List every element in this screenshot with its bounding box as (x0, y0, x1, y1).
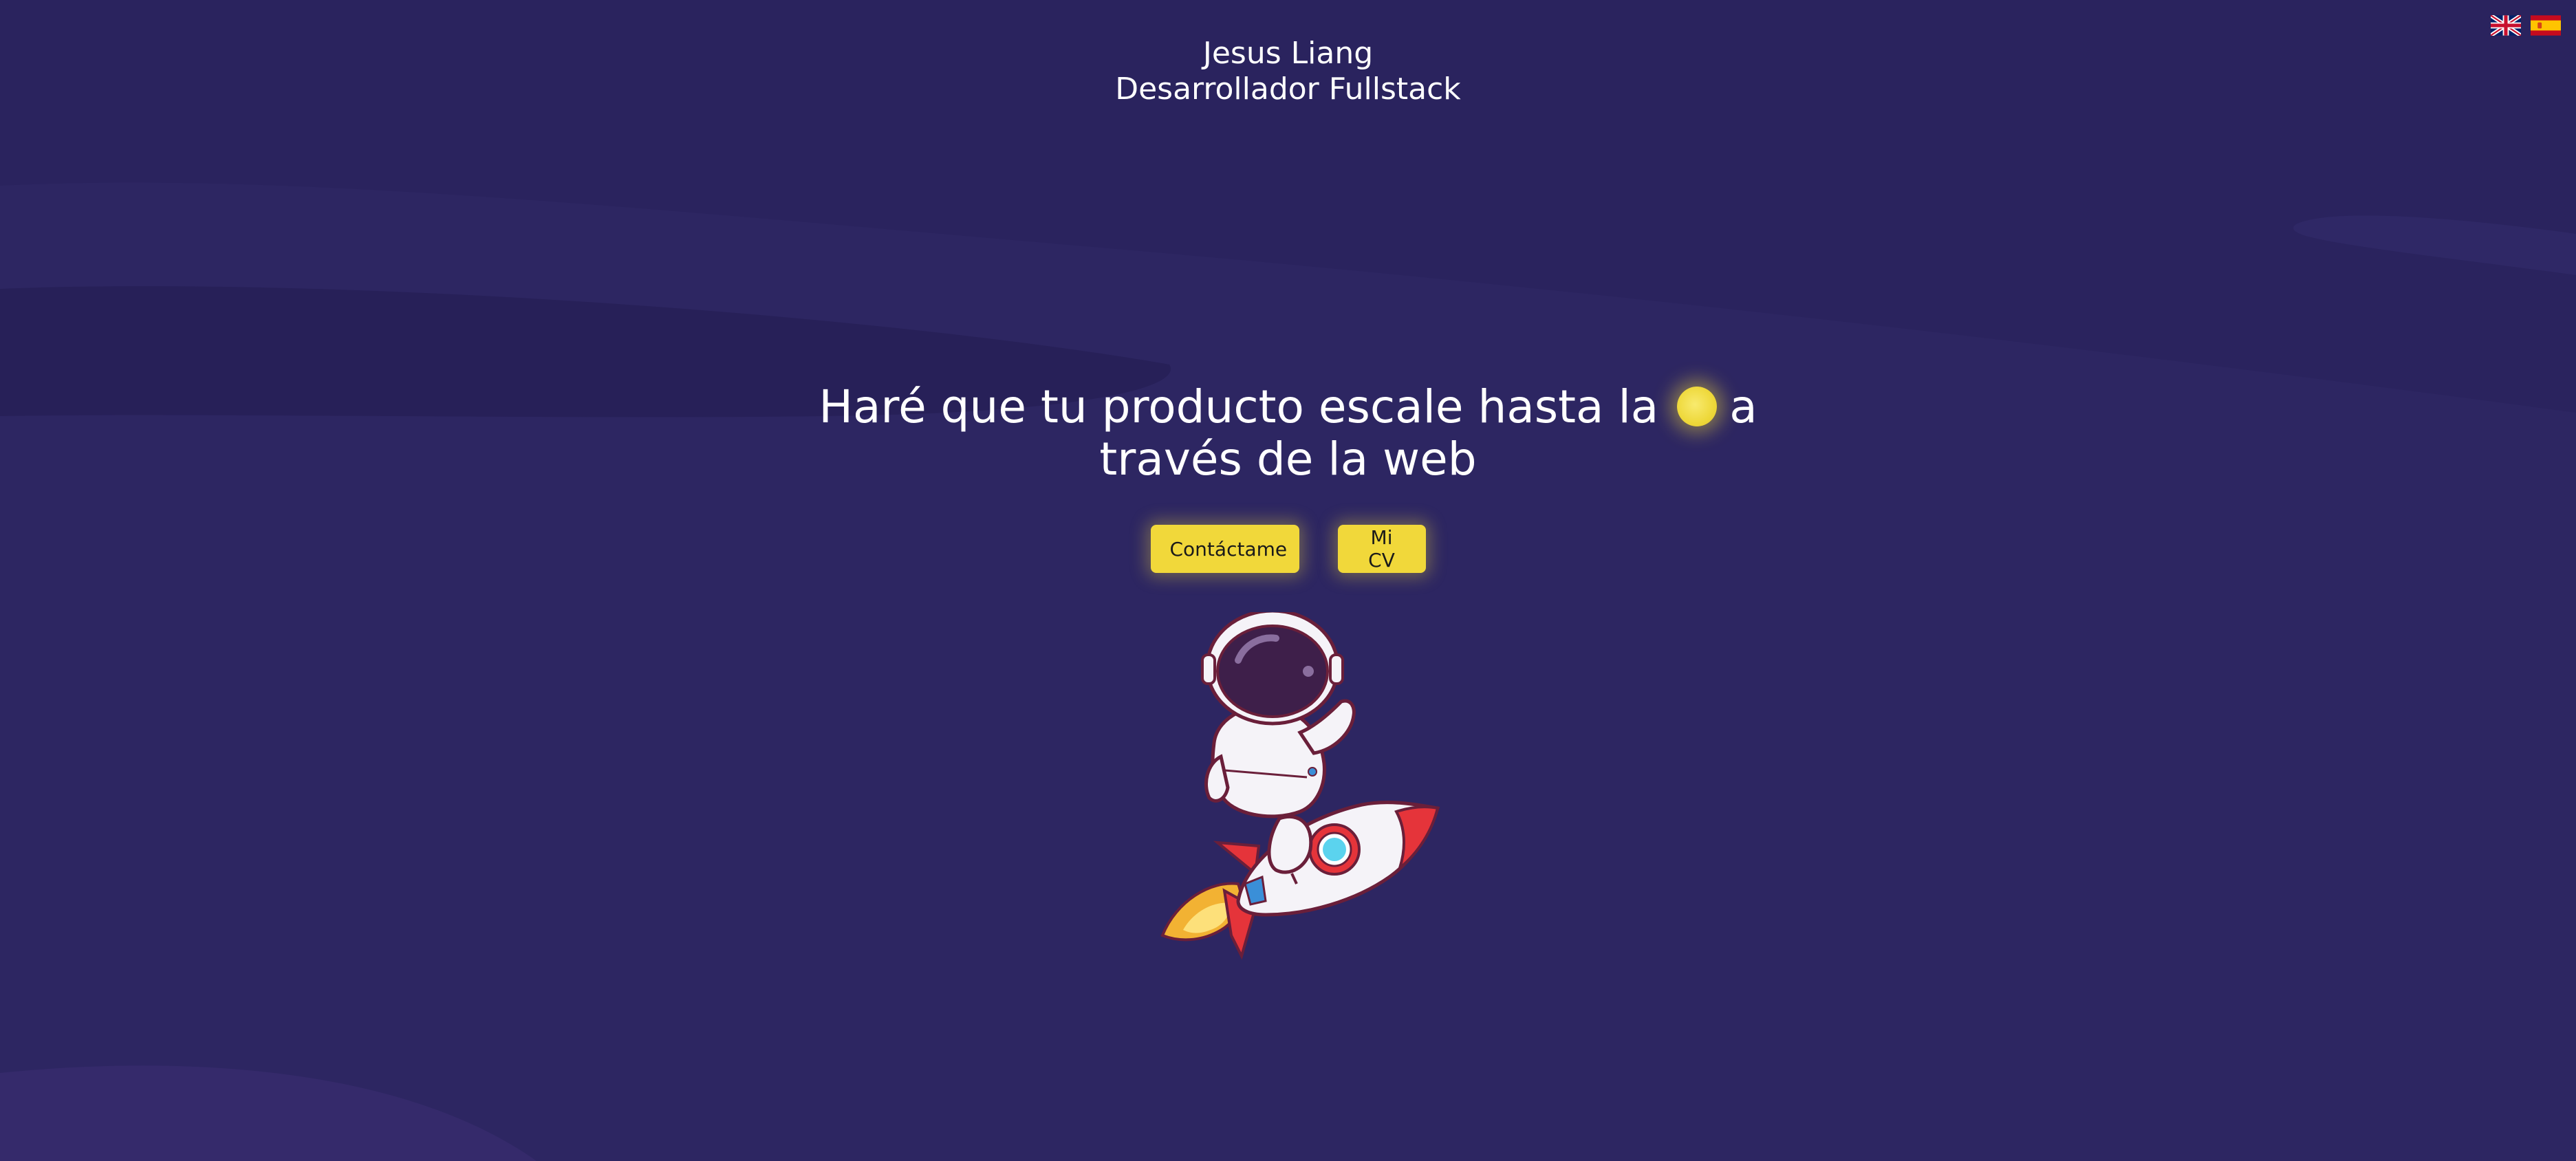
astronaut-on-rocket-illustration (1160, 612, 1440, 960)
cta-buttons: Contáctame Mi CV (0, 525, 2576, 573)
background-waves (0, 182, 2576, 1161)
headline-text-part2: a (1729, 380, 1757, 433)
language-switcher (2491, 15, 2561, 36)
author-role: Desarrollador Fullstack (1115, 72, 1461, 107)
headline-line-1: Haré que tu producto escale hasta la a (0, 381, 2576, 433)
headline-text-part1: Haré que tu producto escale hasta la (819, 380, 1659, 433)
page: Jesus Liang Desarrollador Fullstack Haré… (0, 0, 2576, 1161)
author-name: Jesus Liang (1202, 36, 1374, 71)
spain-flag-icon[interactable] (2531, 15, 2561, 36)
hero-headline: Haré que tu producto escale hasta la a t… (0, 381, 2576, 486)
moon-icon (1677, 387, 1718, 426)
headline-line-2: través de la web (1099, 433, 1477, 486)
site-header: Jesus Liang Desarrollador Fullstack (0, 36, 2576, 107)
contact-button[interactable]: Contáctame (1150, 525, 1299, 573)
uk-flag-icon[interactable] (2491, 15, 2521, 36)
cv-button[interactable]: Mi CV (1337, 525, 1426, 573)
